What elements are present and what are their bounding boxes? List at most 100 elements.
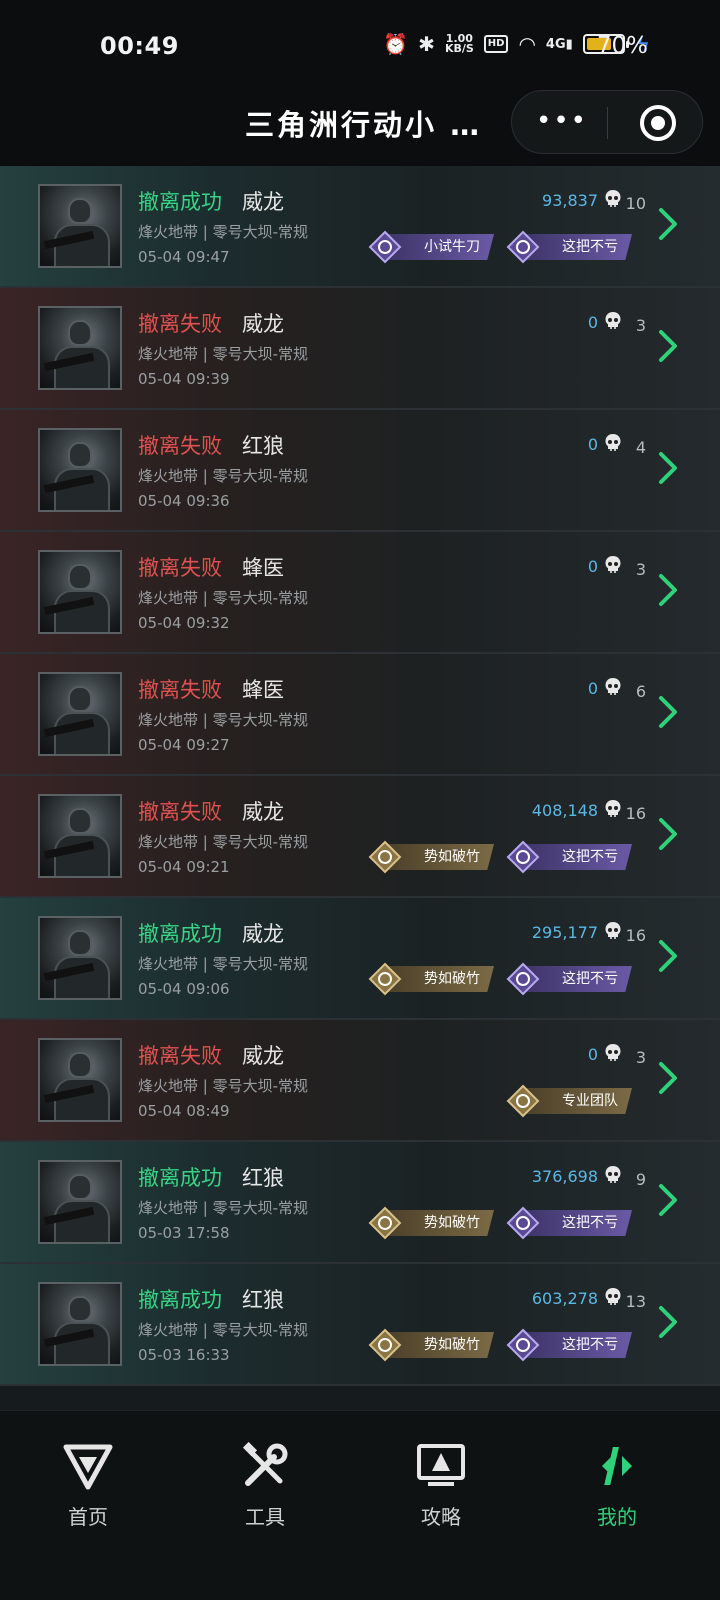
match-time: 05-04 09:47 <box>138 248 230 266</box>
match-record-row[interactable]: 撤离失败 威龙 烽火地带 | 零号大坝-常规 05-04 08:49 0 3 专业团队 <box>0 1020 720 1142</box>
extraction-result: 撤离失败 <box>138 1044 222 1068</box>
nav-label: 攻略 <box>421 1505 461 1529</box>
match-time: 05-04 09:06 <box>138 980 230 998</box>
avatar-body <box>54 834 110 876</box>
network-type: 4G <box>545 36 566 52</box>
bluetooth-icon: ✱ <box>418 32 435 56</box>
match-time: 05-04 09:39 <box>138 370 230 388</box>
achievement-badges: 专业团队 <box>506 1084 632 1118</box>
achievement-badges: 势如破竹 这把不亏 <box>368 1206 632 1240</box>
achievement-badges: 势如破竹 这把不亏 <box>368 1328 632 1362</box>
badge-emblem-icon <box>368 1206 402 1240</box>
more-options-button[interactable]: ••• <box>536 108 588 134</box>
achievement-badge: 势如破竹 <box>368 840 494 874</box>
operator-name: 威龙 <box>242 190 284 214</box>
loot-value: 0 <box>587 313 598 332</box>
kill-count: 16 <box>625 926 646 945</box>
chevron-right-icon[interactable] <box>656 1182 680 1218</box>
operator-name: 威龙 <box>242 1044 284 1068</box>
operator-avatar <box>38 306 122 390</box>
kill-count: 3 <box>635 316 646 335</box>
loot-value: 0 <box>587 435 598 454</box>
chevron-right-icon[interactable] <box>656 694 680 730</box>
badge-label: 势如破竹 <box>424 971 480 987</box>
match-record-row[interactable]: 撤离失败 威龙 烽火地带 | 零号大坝-常规 05-04 09:21 408,148 16… <box>0 776 720 898</box>
chevron-right-icon[interactable] <box>656 450 680 486</box>
badge-emblem-icon <box>506 230 540 264</box>
loot-value: 295,177 <box>531 923 598 942</box>
avatar-body <box>54 468 110 510</box>
match-record-list: 撤离成功 威龙 烽火地带 | 零号大坝-常规 05-04 09:47 93,837 10 小… <box>0 166 720 1410</box>
operator-avatar <box>38 916 122 1000</box>
close-miniprogram-button[interactable] <box>640 105 676 141</box>
match-record-row[interactable]: 撤离成功 红狼 烽火地带 | 零号大坝-常规 05-03 17:58 376,698 9 势… <box>0 1142 720 1264</box>
page-title: 三角洲行动小 … <box>245 108 483 142</box>
extraction-result: 撤离成功 <box>138 922 222 946</box>
network-speed-unit: KB/S <box>444 42 474 55</box>
match-time: 05-04 09:27 <box>138 736 230 754</box>
miniprogram-capsule: ••• <box>511 90 703 154</box>
battery-percent: 70% <box>596 33 648 59</box>
skull-icon <box>604 677 622 697</box>
match-record-row[interactable]: 撤离成功 红狼 烽火地带 | 零号大坝-常规 05-03 16:33 603,278 13… <box>0 1264 720 1386</box>
extraction-result: 撤离失败 <box>138 312 222 336</box>
nav-item-3[interactable]: 我的 <box>557 1441 677 1530</box>
chevron-right-icon[interactable] <box>656 328 680 364</box>
map-mode: 烽火地带 | 零号大坝-常规 <box>138 589 309 607</box>
avatar-head <box>68 808 92 834</box>
achievement-badge: 小试牛刀 <box>368 230 494 264</box>
operator-avatar <box>38 1038 122 1122</box>
nav-item-2[interactable]: 攻略 <box>381 1441 501 1530</box>
skull-icon <box>604 921 622 941</box>
achievement-badge: 这把不亏 <box>506 230 632 264</box>
match-time: 05-04 09:32 <box>138 614 230 632</box>
bottom-nav: 首页 工具 攻略 我的 <box>0 1410 720 1600</box>
match-record-row[interactable]: 撤离失败 蜂医 烽火地带 | 零号大坝-常规 05-04 09:27 0 6 <box>0 654 720 776</box>
match-record-row[interactable]: 撤离失败 威龙 烽火地带 | 零号大坝-常规 05-04 09:39 0 3 <box>0 288 720 410</box>
avatar-body <box>54 1078 110 1120</box>
operator-avatar <box>38 184 122 268</box>
match-time: 05-03 16:33 <box>138 1346 230 1364</box>
kill-count: 3 <box>635 1048 646 1067</box>
badge-emblem-icon <box>506 1328 540 1362</box>
achievement-badges: 势如破竹 这把不亏 <box>368 840 632 874</box>
chevron-right-icon[interactable] <box>656 938 680 974</box>
skull-icon <box>604 433 622 453</box>
achievement-badge: 势如破竹 <box>368 1206 494 1240</box>
avatar-body <box>54 346 110 388</box>
kill-count: 13 <box>625 1292 646 1311</box>
skull-icon <box>604 1165 622 1185</box>
match-record-row[interactable]: 撤离成功 威龙 烽火地带 | 零号大坝-常规 05-04 09:06 295,177 16… <box>0 898 720 1020</box>
loot-value: 408,148 <box>531 801 598 820</box>
operator-avatar <box>38 428 122 512</box>
guide-icon <box>416 1441 466 1491</box>
profile-logo-icon <box>592 1441 642 1491</box>
extraction-result: 撤离失败 <box>138 678 222 702</box>
match-record-row[interactable]: 撤离失败 蜂医 烽火地带 | 零号大坝-常规 05-04 09:32 0 3 <box>0 532 720 654</box>
badge-emblem-icon <box>368 962 402 996</box>
achievement-badge: 这把不亏 <box>506 840 632 874</box>
chevron-right-icon[interactable] <box>656 1304 680 1340</box>
operator-name: 红狼 <box>242 1288 284 1312</box>
map-mode: 烽火地带 | 零号大坝-常规 <box>138 1077 309 1095</box>
match-record-row[interactable]: 撤离成功 威龙 烽火地带 | 零号大坝-常规 05-04 09:47 93,837 10 小… <box>0 166 720 288</box>
match-record-row[interactable]: 撤离失败 红狼 烽火地带 | 零号大坝-常规 05-04 09:36 0 4 <box>0 410 720 532</box>
avatar-head <box>68 1174 92 1200</box>
map-mode: 烽火地带 | 零号大坝-常规 <box>138 345 309 363</box>
chevron-right-icon[interactable] <box>656 816 680 852</box>
operator-avatar <box>38 672 122 756</box>
achievement-badges: 小试牛刀 这把不亏 <box>368 230 632 264</box>
network-speed: 1.00 KB/S <box>444 33 474 55</box>
chevron-right-icon[interactable] <box>656 1060 680 1096</box>
badge-label: 这把不亏 <box>562 971 618 987</box>
achievement-badges: 势如破竹 这把不亏 <box>368 962 632 996</box>
avatar-body <box>54 956 110 998</box>
chevron-right-icon[interactable] <box>656 572 680 608</box>
nav-item-1[interactable]: 工具 <box>205 1441 325 1530</box>
nav-item-0[interactable]: 首页 <box>28 1441 148 1530</box>
operator-avatar <box>38 1282 122 1366</box>
chevron-right-icon[interactable] <box>656 206 680 242</box>
avatar-body <box>54 712 110 754</box>
loot-value: 603,278 <box>531 1289 598 1308</box>
nav-label: 我的 <box>597 1505 637 1529</box>
